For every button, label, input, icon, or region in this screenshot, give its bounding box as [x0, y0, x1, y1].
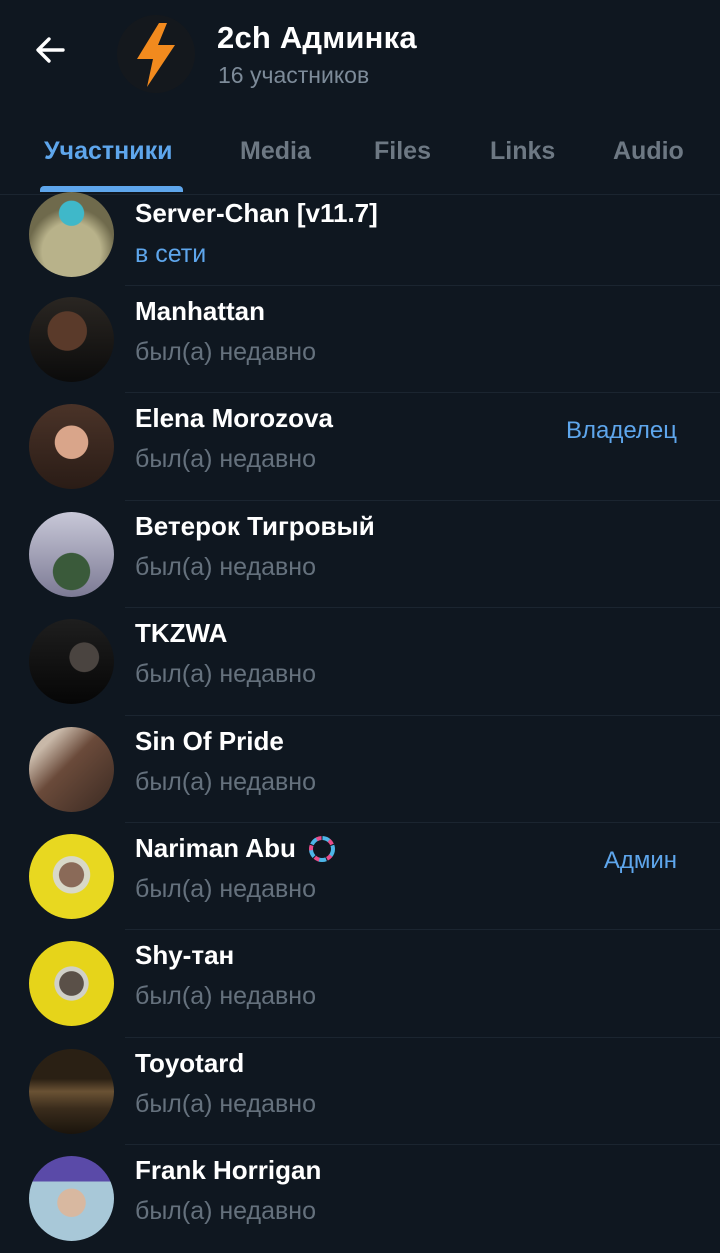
chat-avatar[interactable] — [117, 15, 195, 93]
avatar — [29, 511, 114, 597]
role-badge: Владелец — [565, 417, 677, 445]
tab-files[interactable]: Files — [374, 137, 431, 166]
member-row[interactable]: Frank Horrigan был(а) недавно — [0, 1145, 720, 1252]
member-status: был(а) недавно — [135, 660, 317, 689]
member-row[interactable]: Shy-тан был(а) недавно — [0, 930, 720, 1038]
avatar — [29, 833, 114, 919]
tab-media[interactable]: Media — [240, 137, 311, 166]
member-status: был(а) недавно — [135, 874, 317, 903]
avatar — [29, 1048, 114, 1134]
member-name: Toyotard — [135, 1047, 245, 1078]
member-status: был(а) недавно — [135, 1197, 317, 1226]
avatar — [29, 192, 114, 277]
back-button[interactable] — [22, 22, 78, 78]
arrow-left-icon — [36, 37, 65, 63]
member-name: Shy-тан — [135, 940, 235, 971]
tab-members[interactable]: Участники — [44, 137, 172, 166]
rainbow-loop-emoji-icon — [308, 835, 335, 862]
member-row[interactable]: Toyotard был(а) недавно — [0, 1038, 720, 1146]
avatar — [29, 726, 114, 812]
member-name: Nariman Abu — [135, 833, 338, 865]
member-row[interactable]: Manhattan был(а) недавно — [0, 286, 720, 394]
member-status: был(а) недавно — [135, 767, 317, 796]
member-name: Ветерок Тигровый — [135, 510, 375, 541]
member-name: Manhattan — [135, 296, 265, 326]
member-status: был(а) недавно — [135, 445, 317, 474]
chat-title[interactable]: 2ch Админка — [217, 20, 417, 56]
member-status: был(а) недавно — [135, 982, 317, 1011]
avatar — [29, 404, 114, 490]
lightning-bolt-icon — [137, 23, 175, 87]
member-name: TKZWA — [135, 618, 228, 649]
avatar — [29, 297, 114, 382]
tab-links[interactable]: Links — [490, 137, 555, 166]
chat-header: 2ch Админка 16 участников — [0, 0, 720, 120]
avatar — [29, 1156, 114, 1242]
role-badge: Админ — [603, 846, 677, 874]
member-row[interactable]: Ветерок Тигровый был(а) недавно — [0, 501, 720, 609]
member-name: Server-Chan [v11.7] — [135, 198, 378, 228]
member-count: 16 участников — [218, 62, 370, 88]
member-name: Sin Of Pride — [135, 725, 284, 756]
member-name-text: Nariman Abu — [135, 833, 296, 864]
member-list: Server-Chan [v11.7] в сети Manhattan был… — [0, 188, 720, 1253]
member-status: был(а) недавно — [135, 1089, 317, 1118]
member-row[interactable]: Elena Morozova был(а) недавно Владелец — [0, 393, 720, 501]
avatar — [29, 619, 114, 705]
member-row[interactable]: Nariman Abu был(а) недавно Админ — [0, 823, 720, 931]
tab-bar: Участники Media Files Links Audio — [0, 120, 720, 195]
member-status: был(а) недавно — [135, 552, 317, 581]
member-row[interactable]: Sin Of Pride был(а) недавно — [0, 716, 720, 823]
member-status: в сети — [135, 240, 207, 268]
member-row[interactable]: Server-Chan [v11.7] в сети — [0, 188, 720, 286]
member-status: был(а) недавно — [135, 338, 317, 366]
avatar — [29, 941, 114, 1027]
member-name: Frank Horrigan — [135, 1155, 322, 1186]
tab-audio[interactable]: Audio — [613, 137, 684, 166]
member-row[interactable]: TKZWA был(а) недавно — [0, 608, 720, 716]
member-name: Elena Morozova — [135, 403, 333, 434]
